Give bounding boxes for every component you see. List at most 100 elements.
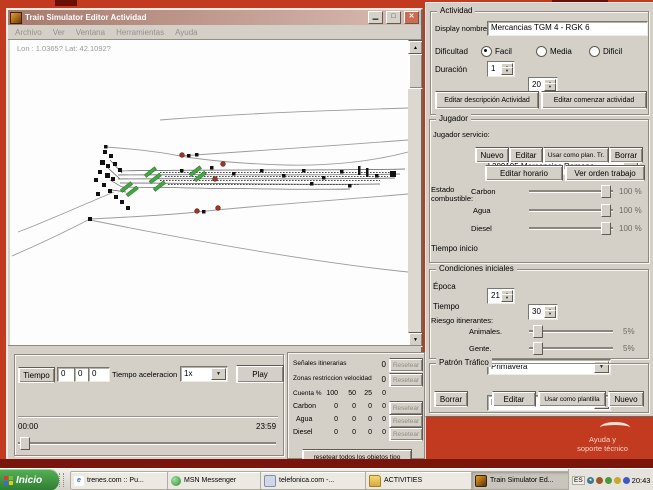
agua-percent: 100 % [619,206,642,215]
taskbar-item-train-simulator[interactable]: Train Simulator Ed... [471,471,579,490]
servicio-nuevo-button[interactable]: Nuevo [475,147,509,163]
spin-down-icon[interactable]: ▼ [544,83,556,91]
browser-icon: e [74,476,84,486]
taskbar-item-messenger[interactable]: MSN Messenger [167,471,263,490]
start-button[interactable]: Inicio [0,469,59,490]
animales-label: Animales. [469,327,502,336]
tool-panel: Actividad Display nombre: Mercancias TGM… [425,2,653,417]
scroll-thumb[interactable] [408,53,423,89]
agua-reset-button[interactable]: Resetear [389,414,423,428]
radio-media[interactable]: Media [536,46,572,57]
animales-slider[interactable] [529,324,613,337]
editar-comenzar-button[interactable]: Editar comenzar actividad [541,91,647,109]
servicio-borrar-button[interactable]: Borrar [609,147,643,163]
taskbar-item-label: ACTIVITIES [384,477,422,484]
menu-archivo[interactable]: Archivo [15,28,42,37]
tray-icon[interactable] [614,477,621,484]
cell: 0 [340,403,356,410]
fuel-col-50: 50 [340,390,356,397]
start-label: Inicio [16,475,42,486]
maximize-button[interactable]: □ [386,11,401,24]
diesel-slider[interactable] [529,221,613,234]
editar-horario-button[interactable]: Editar horario [485,165,563,181]
menu-ayuda[interactable]: Ayuda [175,28,198,37]
tray-icon[interactable] [596,477,603,484]
group-title: Patrón Tráfico [436,358,492,367]
timeline-thumb[interactable] [20,437,30,450]
slider-thumb[interactable] [601,204,611,217]
radio-dificil[interactable]: Dificil [589,46,622,57]
tiempo-cond-label: Tiempo [433,302,459,311]
servicio-plantilla-button[interactable]: Usar como plan. Tr. [543,147,609,163]
menu-herramientas[interactable]: Herramientas [116,28,164,37]
accel-dropdown[interactable]: 1x ▼ [180,366,228,382]
map-scrollbar[interactable]: ▲ ▼ [408,40,421,345]
app-icon [10,12,22,24]
minimize-button[interactable]: ▁ [368,11,383,24]
carbon-slider[interactable] [529,184,613,197]
editar-descripcion-button[interactable]: Editar descripción Actividad [435,91,539,109]
map-viewport[interactable]: Lon : 1.0365? Lat: 42.1092? [10,40,408,345]
desktop-dark-band [0,459,653,468]
carbon-reset-button[interactable]: Resetear [389,401,423,415]
patron-nuevo-button[interactable]: Nuevo [608,391,644,407]
slider-thumb[interactable] [601,185,611,198]
radio-icon[interactable] [536,46,547,57]
taskbar-item-label: Train Simulator Ed... [490,477,554,484]
carbon-slider-label: Carbon [471,187,496,196]
display-nombre-input[interactable]: Mercancias TGM 4 - RGK 6 [487,21,648,36]
divider [18,416,278,417]
fuel-col-100: 100 [322,390,338,397]
gente-percent: 5% [623,344,635,353]
desktop-artifact [55,0,77,6]
spin-down-icon[interactable]: ▼ [501,67,513,75]
patron-plantilla-button[interactable]: Usar como plantilla [538,391,606,407]
language-indicator[interactable]: ES [572,476,585,485]
patron-borrar-button[interactable]: Borrar [434,391,468,407]
taskbar-item-activities-folder[interactable]: ACTIVITIES [365,471,475,490]
zonas-value: 0 [376,375,386,384]
help-support-link[interactable]: Ayuda y soporte técnico [560,435,645,453]
radio-icon[interactable] [589,46,600,57]
slider-thumb[interactable] [533,325,543,338]
senales-reset-button[interactable]: Resetear [389,358,423,372]
zonas-reset-button[interactable]: Resetear [389,373,423,387]
agua-slider[interactable] [529,203,613,216]
window-title: Train Simulator Editor Actividad [25,13,365,22]
radio-icon[interactable] [481,46,492,57]
radio-facil[interactable]: Facil [481,46,512,57]
tray-icon[interactable] [605,477,612,484]
menu-bar: Archivo Ver Ventana Herramientas Ayuda [8,25,421,40]
cell: 0 [322,429,338,436]
ver-orden-button[interactable]: Ver orden trabajo [565,165,645,181]
title-bar[interactable]: Train Simulator Editor Actividad ▁ □ ✕ [8,10,421,25]
chevron-down-icon[interactable]: ▼ [211,368,226,380]
play-button[interactable]: Play [236,365,284,383]
hide-icons-chevron-icon[interactable]: ◂ [587,477,594,484]
quicklaunch-grip[interactable] [59,473,64,487]
servicio-editar-button[interactable]: Editar [509,147,543,163]
tiempo-button[interactable]: Tiempo [18,367,55,383]
slider-thumb[interactable] [601,222,611,235]
gente-slider[interactable] [529,341,613,354]
patron-editar-button[interactable]: Editar [492,391,536,407]
bottom-panel: Tiempo 0 0 0 Tiempo aceleracion 1x ▼ Pla… [8,345,421,461]
time-seconds-field[interactable]: 0 [88,367,110,382]
fuel-table-header: Cuenta % [293,390,322,397]
taskbar-item-trenes[interactable]: e trenes.com :: Pu... [70,471,170,490]
dificultad-label: Dificultad [435,47,468,56]
display-nombre-label: Display nombre: [435,24,489,33]
duracion-hours-spinner[interactable]: 1 ▲▼ [487,61,515,77]
tray-icon[interactable] [623,477,630,484]
train-sim-icon [475,475,487,487]
menu-ventana[interactable]: Ventana [76,28,105,37]
timeline-track[interactable] [18,442,276,445]
close-button[interactable]: ✕ [404,11,419,24]
taskbar-item-telefonica[interactable]: telefonica.com -... [260,471,368,490]
duracion-label: Duración [435,65,467,74]
cell: 0 [322,403,338,410]
menu-ver[interactable]: Ver [53,28,65,37]
diesel-reset-button[interactable]: Resetear [389,427,423,441]
timeline-slider[interactable] [18,436,276,449]
slider-thumb[interactable] [533,342,543,355]
